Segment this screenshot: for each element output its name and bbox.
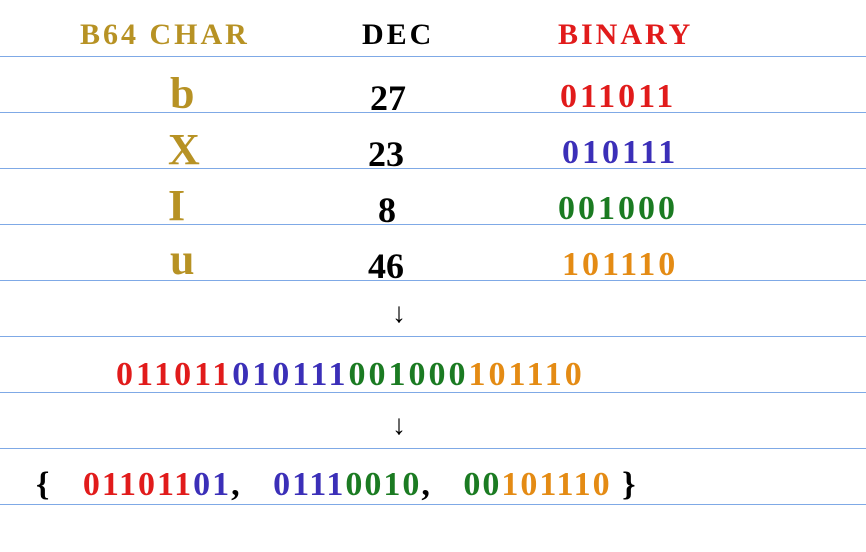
b64-char: X [168, 128, 200, 172]
brace-open: { [36, 466, 51, 503]
byte-seg: 011011 [83, 466, 193, 503]
byte-seg: 0111 [273, 466, 345, 503]
binary-value: 001000 [558, 192, 678, 226]
brace-close: } [622, 466, 637, 503]
b64-char: u [170, 238, 194, 282]
rule-line [0, 448, 866, 449]
separator: , [421, 466, 432, 503]
byte-seg: 00 [463, 466, 501, 503]
binary-value: 010111 [562, 136, 678, 170]
spacer [62, 466, 73, 503]
concat-seg: 011011 [116, 356, 232, 393]
concat-seg: 001000 [349, 356, 469, 393]
separator: , [231, 466, 242, 503]
b64-char: b [170, 72, 194, 116]
b64-char: I [168, 184, 185, 228]
header-binary: BINARY [558, 20, 693, 50]
header-dec: DEC [362, 20, 434, 50]
down-arrow-icon: ↓ [392, 412, 406, 440]
rule-line [0, 224, 866, 225]
down-arrow-icon: ↓ [392, 300, 406, 328]
rule-line [0, 336, 866, 337]
rule-line [0, 504, 866, 505]
byte-groups: { 01101101, 01110010, 00101110 } [36, 466, 638, 504]
byte-seg: 0010 [345, 466, 421, 503]
binary-value: 011011 [560, 80, 676, 114]
ruled-paper: B64 CHAR DEC BINARY b 27 011011 X 23 010… [0, 0, 866, 552]
rule-line [0, 112, 866, 113]
dec-value: 8 [378, 192, 396, 228]
byte-seg: 01 [193, 466, 231, 503]
byte-seg: 101110 [501, 466, 611, 503]
spacer [252, 466, 263, 503]
rule-line [0, 280, 866, 281]
concatenated-bits: 011011010111001000101110 [116, 356, 585, 394]
rule-line [0, 168, 866, 169]
dec-value: 23 [368, 136, 404, 172]
rule-line [0, 56, 866, 57]
concat-seg: 010111 [232, 356, 348, 393]
binary-value: 101110 [562, 248, 678, 282]
dec-value: 46 [368, 248, 404, 284]
concat-seg: 101110 [469, 356, 585, 393]
spacer [442, 466, 453, 503]
header-char: B64 CHAR [80, 20, 250, 50]
dec-value: 27 [370, 80, 406, 116]
